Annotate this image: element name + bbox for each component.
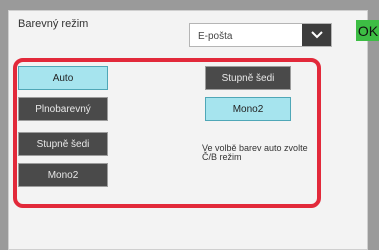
auto-color-note: Ve volbě barev auto zvolte Č/B režim [202, 143, 308, 162]
chevron-down-icon [310, 31, 323, 39]
option-mono2-button[interactable]: Mono2 [18, 163, 108, 187]
right-grayscale-button[interactable]: Stupně šedi [205, 66, 291, 90]
destination-select[interactable]: E-pošta [189, 23, 332, 47]
right-mono2-button[interactable]: Mono2 [205, 97, 291, 121]
ok-button[interactable]: OK [356, 20, 379, 41]
color-mode-title: Barevný režim [18, 18, 89, 30]
option-auto-button[interactable]: Auto [18, 66, 108, 90]
dropdown-button[interactable] [302, 24, 331, 46]
destination-value: E-pošta [198, 31, 233, 42]
option-full-color-button[interactable]: Plnobarevný [18, 97, 108, 121]
option-grayscale-button[interactable]: Stupně šedi [18, 132, 108, 156]
